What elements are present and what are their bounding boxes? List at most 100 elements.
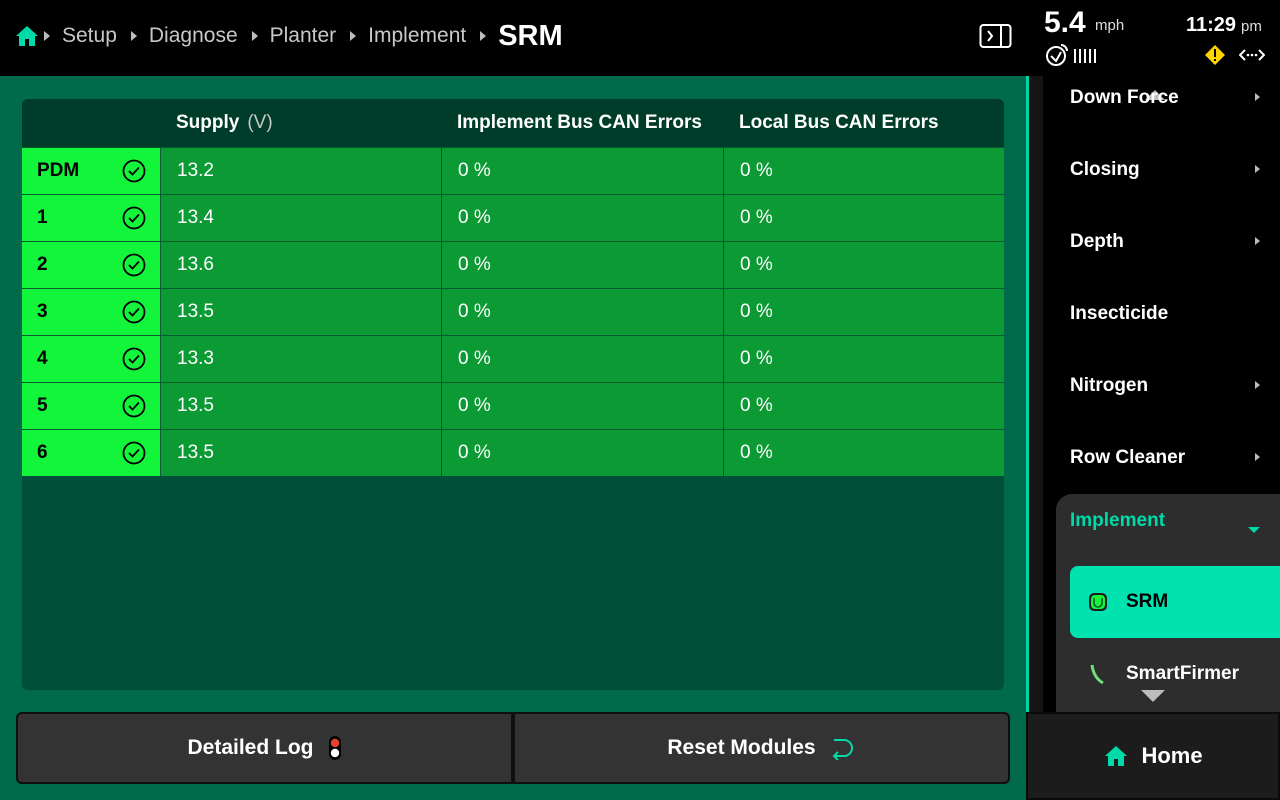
sidebar-item-nitrogen[interactable]: Nitrogen [1070,366,1280,406]
clock-time: 11:29 [1186,14,1237,36]
panel-toggle-icon[interactable] [979,22,1012,50]
check-circle-icon [122,441,146,465]
firmer-icon [1086,662,1110,686]
local-bus-cell: 0 % [723,383,1004,429]
module-cell: 1 [22,195,160,241]
detailed-log-label: Detailed Log [187,736,314,759]
diagnostics-table: Supply (V) Implement Bus CAN Errors Loca… [22,99,1004,690]
sidebar-item-label: Depth [1070,231,1124,252]
supply-cell: 13.5 [160,289,441,335]
sidebar-item-insecticide[interactable]: Insecticide [1070,294,1280,334]
implement-bus-cell: 0 % [441,289,723,335]
caret-down-icon[interactable] [1248,527,1260,533]
home-button[interactable]: Home [1026,712,1280,800]
implement-bus-cell: 0 % [441,148,723,194]
chevron-right-icon [1255,237,1260,245]
top-bar: Setup Diagnose Planter Implement SRM 5.4… [0,0,1280,76]
module-name: 3 [37,301,48,322]
chevron-right-icon [1255,93,1260,101]
implement-bus-cell: 0 % [441,383,723,429]
local-bus-cell: 0 % [723,242,1004,288]
header-module [22,99,160,147]
header-supply-unit: (V) [247,112,273,133]
supply-cell: 13.2 [160,148,441,194]
chevron-right-icon [1255,165,1260,173]
sidebar-item-label: Closing [1070,159,1140,180]
module-name: 1 [37,207,48,228]
supply-cell: 13.4 [160,195,441,241]
module-name: 6 [37,442,48,463]
check-circle-icon [122,206,146,230]
module-name: 2 [37,254,48,275]
detailed-log-button[interactable]: Detailed Log [16,712,513,784]
chevron-right-icon [1255,453,1260,461]
sidebar-item-label: SmartFirmer [1126,663,1239,684]
page-title: SRM [498,19,563,52]
sidebar: Down Force Closing Depth Insecticide Nit… [1029,76,1280,712]
table-row: 3 13.5 0 % 0 % [22,288,1004,335]
sidebar-group-implement: Implement SRM SmartFirmer [1056,494,1280,712]
table-row: 2 13.6 0 % 0 % [22,241,1004,288]
sidebar-item-smartfirmer[interactable]: SmartFirmer [1070,638,1280,710]
main-panel: Supply (V) Implement Bus CAN Errors Loca… [0,76,1026,800]
status-area: 5.4 mph 11:29 pm [1040,4,1280,74]
module-cell: 3 [22,289,160,335]
breadcrumb-diagnose[interactable]: Diagnose [149,24,238,48]
check-circle-icon [122,159,146,183]
table-row: 1 13.4 0 % 0 % [22,194,1004,241]
reset-modules-label: Reset Modules [667,736,816,759]
scrollbar[interactable] [1029,76,1043,712]
supply-cell: 13.5 [160,383,441,429]
table-row: 5 13.5 0 % 0 % [22,382,1004,429]
supply-cell: 13.5 [160,430,441,476]
action-bar: Detailed Log Reset Modules [16,712,1010,784]
home-label: Home [1141,743,1203,768]
sidebar-item-label: Row Cleaner [1070,447,1186,468]
module-cell: PDM [22,148,160,194]
sidebar-item-srm[interactable]: SRM [1070,566,1280,638]
check-circle-icon [122,300,146,324]
sidebar-item-depth[interactable]: Depth [1070,222,1280,262]
module-cell: 4 [22,336,160,382]
local-bus-cell: 0 % [723,289,1004,335]
breadcrumb-setup[interactable]: Setup [62,24,117,48]
module-name: 4 [37,348,48,369]
chevron-right-icon [130,31,137,41]
connection-icon[interactable] [1238,46,1266,64]
home-icon [1103,743,1129,769]
implement-bus-cell: 0 % [441,195,723,241]
implement-bus-cell: 0 % [441,430,723,476]
scroll-down-icon[interactable] [1141,690,1165,702]
sidebar-item-down-force[interactable]: Down Force [1070,78,1280,118]
implement-bus-cell: 0 % [441,336,723,382]
warning-icon[interactable] [1204,44,1226,66]
local-bus-cell: 0 % [723,336,1004,382]
sidebar-item-row-cleaner[interactable]: Row Cleaner [1070,438,1280,478]
reset-modules-button[interactable]: Reset Modules [513,712,1010,784]
implement-bus-cell: 0 % [441,242,723,288]
table-row: PDM 13.2 0 % 0 % [22,147,1004,194]
breadcrumb-planter[interactable]: Planter [270,24,337,48]
table-row: 4 13.3 0 % 0 % [22,335,1004,382]
breadcrumb-implement[interactable]: Implement [368,24,466,48]
speed-value: 5.4 [1044,6,1086,39]
table-row: 6 13.5 0 % 0 % [22,429,1004,476]
group-title[interactable]: Implement [1070,510,1165,532]
supply-cell: 13.6 [160,242,441,288]
speed-unit: mph [1095,17,1125,34]
supply-cell: 13.3 [160,336,441,382]
local-bus-cell: 0 % [723,430,1004,476]
satellite-icon [1044,42,1070,68]
header-supply: Supply (V) [160,99,441,147]
chevron-right-icon [480,31,487,41]
header-implement-bus: Implement Bus CAN Errors [457,112,702,133]
module-cell: 5 [22,383,160,429]
header-local-bus: Local Bus CAN Errors [739,112,939,133]
module-cell: 2 [22,242,160,288]
sidebar-item-closing[interactable]: Closing [1070,150,1280,190]
module-cell: 6 [22,430,160,476]
home-icon[interactable] [14,23,40,49]
local-bus-cell: 0 % [723,195,1004,241]
chevron-right-icon [251,31,258,41]
return-arrow-icon [830,736,856,760]
